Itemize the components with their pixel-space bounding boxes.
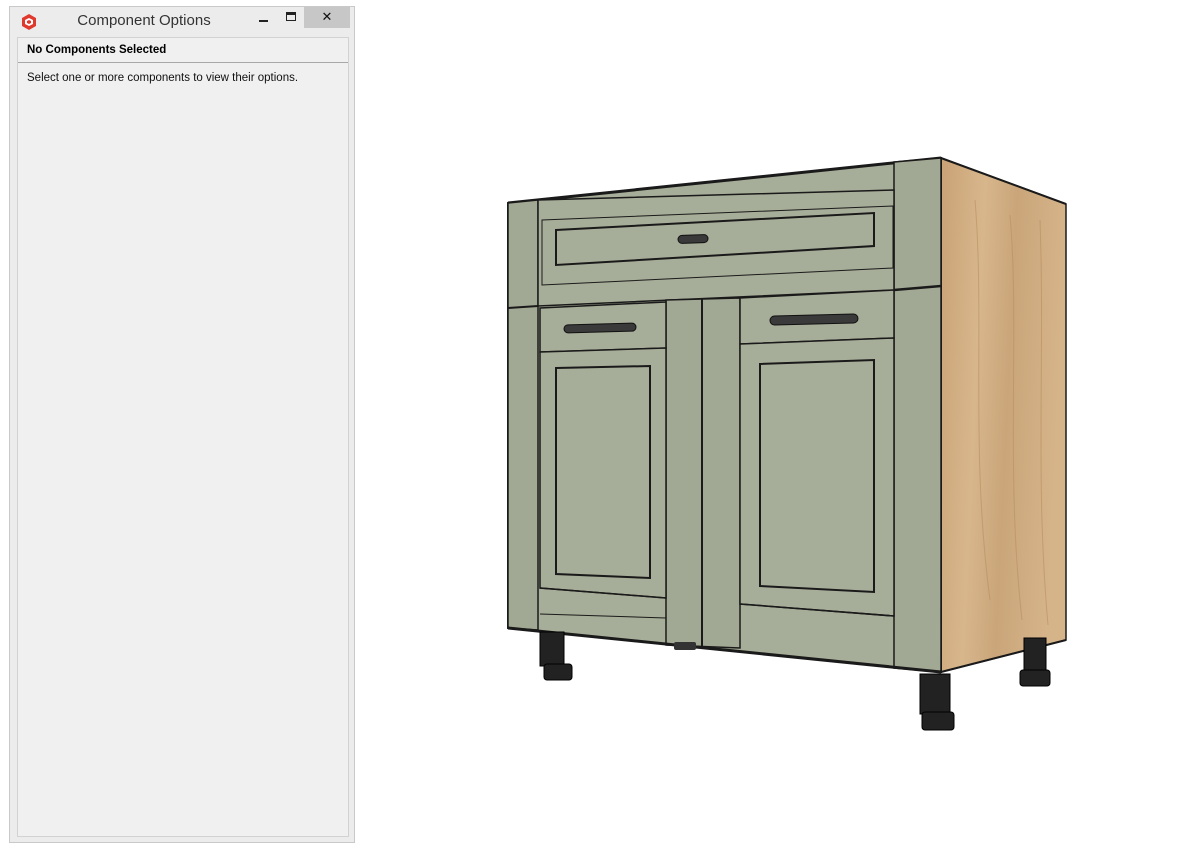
cabinet-leg-icon [1019, 637, 1051, 687]
minimize-icon [258, 19, 268, 22]
right-stile [893, 157, 942, 673]
maximize-icon [286, 12, 296, 21]
left-door-panel [555, 364, 651, 580]
maximize-button[interactable] [278, 7, 304, 28]
cabinet-leg-icon [539, 631, 573, 681]
minimize-button[interactable] [250, 7, 276, 28]
cabinet-model[interactable] [356, 0, 1191, 849]
cabinet-side-panel[interactable] [940, 156, 1067, 673]
left-stile [507, 199, 539, 631]
close-icon: ✕ [321, 10, 333, 25]
drawer-handle-icon[interactable] [769, 313, 859, 326]
selection-message: Select one or more components to view th… [27, 72, 299, 84]
title-bar[interactable]: Component Options ✕ [10, 7, 354, 37]
component-options-panel: Component Options ✕ No Components Select… [9, 6, 355, 843]
close-button[interactable]: ✕ [304, 7, 350, 28]
drawer-handle-icon[interactable] [677, 234, 709, 244]
right-door-panel [759, 358, 875, 594]
drawer-handle-icon[interactable] [563, 322, 637, 334]
cabinet-leg-icon [674, 642, 696, 650]
options-content: No Components Selected Select one or mor… [17, 37, 349, 837]
selection-header: No Components Selected [18, 38, 348, 63]
model-viewport[interactable] [356, 0, 1191, 849]
window-title: Component Options [77, 12, 211, 29]
cabinet-leg-icon [919, 673, 955, 731]
